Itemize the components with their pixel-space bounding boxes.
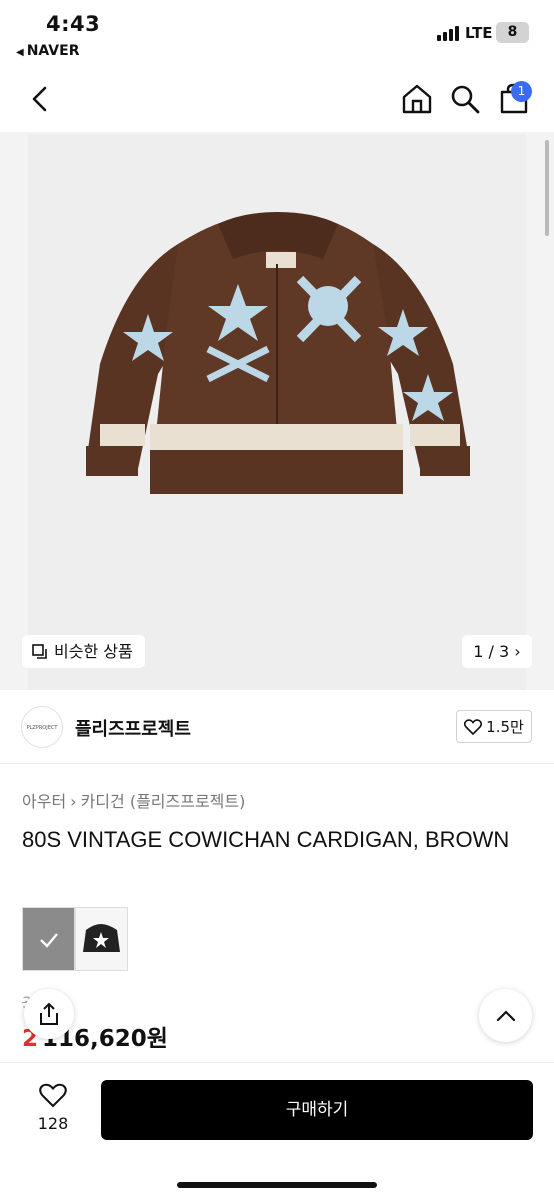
- chevron-right-icon: ›: [70, 792, 77, 811]
- similar-icon: [32, 643, 47, 659]
- check-icon: [40, 933, 58, 948]
- purchase-bar: 128 구매하기: [0, 1062, 554, 1200]
- scroll-top-button[interactable]: [479, 989, 532, 1042]
- search-icon[interactable]: [449, 83, 481, 115]
- signal-icon: [437, 25, 459, 41]
- cart-count-badge: 1: [511, 81, 532, 102]
- network-label: LTE: [465, 24, 493, 42]
- breadcrumb-level1[interactable]: 아우터: [22, 792, 66, 811]
- back-to-app-link[interactable]: ◀ NAVER: [16, 43, 79, 59]
- option-thumbnails: [22, 907, 128, 971]
- battery-icon: 8: [496, 22, 529, 43]
- back-app-label: NAVER: [26, 43, 80, 59]
- wish-button[interactable]: 128: [30, 1083, 76, 1133]
- thumbnail-brown[interactable]: [22, 907, 75, 971]
- heart-icon: [39, 1083, 67, 1108]
- thumbnail-black-image: [83, 924, 120, 952]
- heart-icon: [464, 718, 483, 735]
- similar-products-button[interactable]: 비슷한 상품: [22, 635, 145, 668]
- pager-label: 1 / 3: [473, 642, 510, 661]
- share-icon: [40, 1002, 58, 1025]
- thumbnail-black[interactable]: [75, 907, 128, 971]
- store-name[interactable]: 플리즈프로젝트: [75, 715, 191, 741]
- home-icon[interactable]: [400, 82, 434, 116]
- breadcrumb-level2[interactable]: 카디건 (플리즈프로젝트): [81, 792, 246, 811]
- store-logo[interactable]: PLZPROJECT: [21, 706, 63, 748]
- product-title: 80S VINTAGE COWICHAN CARDIGAN, BROWN: [22, 827, 510, 852]
- home-indicator: [177, 1182, 377, 1188]
- similar-products-label: 비슷한 상품: [54, 642, 133, 661]
- back-arrow-icon[interactable]: [26, 84, 56, 114]
- share-button[interactable]: [24, 989, 74, 1039]
- gallery-pager[interactable]: 1 / 3 ›: [462, 635, 532, 668]
- top-nav: [0, 70, 554, 130]
- chevron-right-icon: ›: [514, 642, 521, 661]
- wish-count: 128: [37, 1114, 69, 1133]
- breadcrumb: 아우터 › 카디건 (플리즈프로젝트): [22, 788, 245, 812]
- chevron-up-icon: [496, 1009, 515, 1021]
- scroll-indicator: [545, 140, 549, 236]
- back-triangle-icon: ◀: [16, 47, 24, 58]
- store-like-count: 1.5만: [486, 718, 524, 736]
- store-row[interactable]: PLZPROJECT 플리즈프로젝트 1.5만: [0, 690, 554, 764]
- store-like-button[interactable]: 1.5만: [456, 710, 532, 743]
- status-time: 4:43: [46, 12, 101, 36]
- buy-button[interactable]: 구매하기: [101, 1080, 533, 1140]
- cardigan-image: [86, 212, 470, 494]
- product-photo[interactable]: [28, 134, 526, 690]
- product-gallery[interactable]: [0, 132, 554, 690]
- status-bar: 4:43 ◀ NAVER LTE 8: [0, 0, 554, 70]
